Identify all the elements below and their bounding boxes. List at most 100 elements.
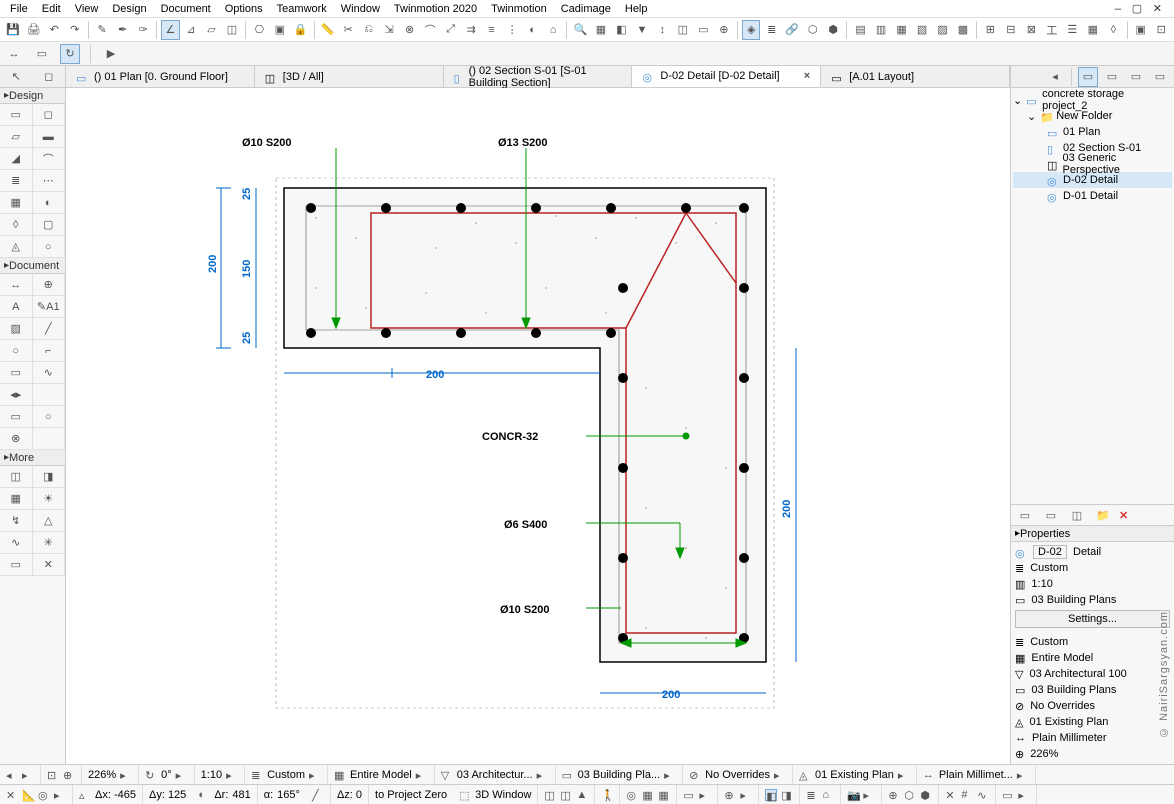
tool1-icon[interactable]: ⊞ xyxy=(981,20,999,40)
mesh-tool-icon[interactable]: ◬ xyxy=(0,236,33,258)
tool3-icon[interactable]: ⊠ xyxy=(1022,20,1040,40)
spline-tool-icon[interactable]: ∿ xyxy=(33,362,66,384)
window-controls[interactable]: — ▢ ✕ xyxy=(1109,2,1170,16)
menu-window[interactable]: Window xyxy=(335,3,386,15)
view6-icon[interactable]: ▩ xyxy=(954,20,972,40)
trace-icon[interactable]: ◧ xyxy=(765,789,777,801)
quick-exist[interactable]: ◬01 Existing Plan xyxy=(1015,714,1170,730)
tool8-icon[interactable]: ▣ xyxy=(1131,20,1149,40)
fillet-icon[interactable]: ⌒ xyxy=(421,20,439,40)
dim-value[interactable]: Plain Millimet... xyxy=(939,769,1013,781)
plan-value[interactable]: 03 Building Pla... xyxy=(578,769,661,781)
zoom-icon[interactable]: ⊕ xyxy=(715,20,733,40)
view4-icon[interactable]: ▧ xyxy=(913,20,931,40)
quick-cut[interactable]: ▽03 Architectural 100 xyxy=(1015,666,1170,682)
lock-icon[interactable]: 🔒 xyxy=(291,20,309,40)
ruler-icon[interactable]: 📐 xyxy=(22,789,34,801)
new-view-icon[interactable]: ▭ xyxy=(1015,505,1035,525)
nav-back-icon[interactable]: ◂ xyxy=(1045,67,1065,87)
pointer-mode-icon[interactable]: ↔︎ xyxy=(4,44,24,64)
view-value[interactable]: 3D Window xyxy=(475,789,531,801)
tree-item-perspective[interactable]: ◫03 Generic Perspective xyxy=(1013,156,1172,172)
level-tool-icon[interactable]: ⊕ xyxy=(33,274,66,296)
tab-3d[interactable]: ◫ [3D / All] xyxy=(255,66,444,87)
display-icon[interactable]: ◫ xyxy=(674,20,692,40)
opening-tool-icon[interactable]: ○ xyxy=(33,236,66,258)
more3-icon[interactable]: ▦ xyxy=(0,488,33,510)
snap-icon[interactable]: ⊿ xyxy=(182,20,200,40)
clone-view-icon[interactable]: ▭ xyxy=(1041,505,1061,525)
group-icon[interactable]: ▣ xyxy=(271,20,289,40)
folder-name[interactable]: New Folder xyxy=(1056,110,1112,122)
polyline-tool-icon[interactable]: ⌐ xyxy=(33,340,66,362)
tree-item-plan[interactable]: ▭01 Plan xyxy=(1013,124,1172,140)
more6-icon[interactable]: △ xyxy=(33,510,66,532)
exist-value[interactable]: 01 Existing Plan xyxy=(815,769,894,781)
settings-button[interactable]: Settings... xyxy=(1015,610,1170,628)
grid-tool-icon[interactable]: ○ xyxy=(33,406,66,428)
more9-icon[interactable]: ▭ xyxy=(0,554,33,576)
input-mode-icon[interactable]: ▭ xyxy=(32,44,52,64)
menu-cadimage[interactable]: Cadimage xyxy=(555,3,617,15)
delete-icon[interactable]: ✕ xyxy=(1119,509,1128,522)
layer-toggle-icon[interactable]: ▶ xyxy=(101,44,121,64)
orbit-icon[interactable]: ↻ xyxy=(145,769,157,781)
camera-icon[interactable]: 📷 xyxy=(847,789,859,801)
hotspot-tool-icon[interactable]: ◂▸ xyxy=(0,384,33,406)
detail-id[interactable]: D-02 xyxy=(1033,545,1067,559)
properties-head[interactable]: ▸ Properties xyxy=(1011,526,1174,542)
inject-icon[interactable]: ✒ xyxy=(113,20,131,40)
stair-tool-icon[interactable]: ≣ xyxy=(0,170,33,192)
quick-plan[interactable]: ▭03 Building Plans xyxy=(1015,682,1170,698)
close-icon[interactable]: × xyxy=(804,70,810,82)
intersect-icon[interactable]: ⊗ xyxy=(400,20,418,40)
rotate-mode-icon[interactable]: ↻ xyxy=(60,44,80,64)
menu-document[interactable]: Document xyxy=(155,3,217,15)
module-icon[interactable]: ⬢ xyxy=(824,20,842,40)
dimension-tool-icon[interactable]: ↔ xyxy=(0,274,33,296)
nav-publisher-icon[interactable]: ▭ xyxy=(1150,67,1170,87)
split-icon[interactable]: ⎌ xyxy=(359,20,377,40)
menu-edit[interactable]: Edit xyxy=(36,3,67,15)
layer-icon[interactable]: ≣ xyxy=(762,20,780,40)
more4-icon[interactable]: ☀ xyxy=(33,488,66,510)
drawing-tool-icon[interactable]: ▭ xyxy=(0,362,33,384)
more8-icon[interactable]: ✳ xyxy=(33,532,66,554)
scale-value[interactable]: 1:10 xyxy=(201,769,222,781)
save-icon[interactable]: 💾 xyxy=(4,20,22,40)
find-icon[interactable]: 🔍 xyxy=(571,20,589,40)
nav-layoutbook-icon[interactable]: ▭ xyxy=(1126,67,1146,87)
toolgroup-design-head[interactable]: ▸ Design xyxy=(0,88,65,104)
circle-tool-icon[interactable]: ○ xyxy=(0,340,33,362)
tab-section[interactable]: ▯ () 02 Section S-01 [S-01 Building Sect… xyxy=(444,66,633,87)
more10-icon[interactable]: ✕ xyxy=(33,554,66,576)
tool9-icon[interactable]: ⊡ xyxy=(1152,20,1170,40)
tool6-icon[interactable]: ▦ xyxy=(1084,20,1102,40)
trim-icon[interactable]: ✂ xyxy=(339,20,357,40)
tab-plan[interactable]: ▭ () 01 Plan [0. Ground Floor] xyxy=(66,66,255,87)
cut-value[interactable]: 03 Architectur... xyxy=(457,769,533,781)
morph-tool-icon[interactable]: ◐ xyxy=(33,192,66,214)
dropper-icon[interactable]: ✑ xyxy=(134,20,152,40)
slab-tool-icon[interactable]: ▱ xyxy=(0,126,33,148)
menu-twinmotion[interactable]: Twinmotion xyxy=(485,3,553,15)
adjust-icon[interactable]: ⇲ xyxy=(380,20,398,40)
nav-next-icon[interactable]: ▸ xyxy=(22,769,34,781)
tool5-icon[interactable]: ☰ xyxy=(1063,20,1081,40)
tool7-icon[interactable]: ◊ xyxy=(1104,20,1122,40)
figure-tool-icon[interactable]: ▭ xyxy=(0,406,33,428)
view2-icon[interactable]: ▥ xyxy=(872,20,890,40)
offset-icon[interactable]: ⇉ xyxy=(462,20,480,40)
nav-projectmap-icon[interactable]: ▭ xyxy=(1078,67,1098,87)
quick-dim[interactable]: ↔Plain Millimeter xyxy=(1015,730,1170,746)
marquee-icon[interactable]: ▭ xyxy=(694,20,712,40)
nav-viewmap-icon[interactable]: ▭ xyxy=(1102,67,1122,87)
resize-icon[interactable]: ⤢ xyxy=(441,20,459,40)
tool2-icon[interactable]: ⊟ xyxy=(1002,20,1020,40)
more2-icon[interactable]: ◨ xyxy=(33,466,66,488)
origin-icon[interactable]: ✕ xyxy=(6,789,18,801)
undo-icon[interactable]: ↶ xyxy=(45,20,63,40)
angle-value[interactable]: 0° xyxy=(161,769,172,781)
railing-tool-icon[interactable]: ⋯ xyxy=(33,170,66,192)
tree-item-d01[interactable]: ◎D-01 Detail xyxy=(1013,188,1172,204)
